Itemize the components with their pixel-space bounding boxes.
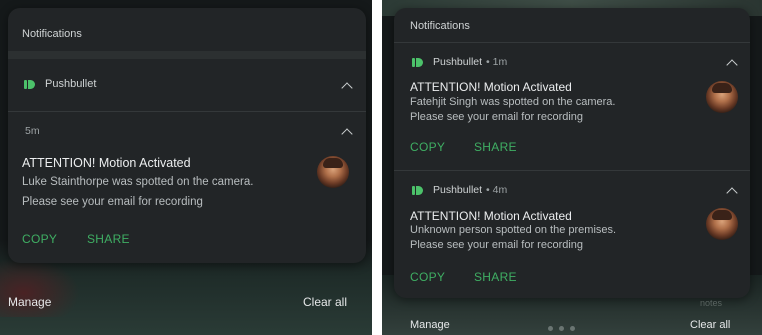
avatar-photo bbox=[317, 156, 349, 188]
notification-shade: Notifications Pushbullet • 1m ATTENTION!… bbox=[394, 8, 750, 298]
divider bbox=[8, 111, 366, 112]
notification-line-1: Unknown person spotted on the premises. bbox=[410, 224, 617, 236]
notification-line-2: Please see your email for recording bbox=[410, 239, 584, 251]
background-app-label: notes bbox=[700, 298, 723, 308]
manage-button[interactable]: Manage bbox=[8, 295, 51, 309]
notification-time: • 4m bbox=[486, 184, 508, 196]
header-separator bbox=[8, 51, 366, 59]
app-name: Pushbullet bbox=[433, 184, 483, 196]
notification-line-2: Please see your email for recording bbox=[22, 196, 203, 208]
pushbullet-app-icon bbox=[412, 57, 424, 67]
avatar-photo bbox=[706, 81, 738, 113]
notification-shade: Notifications Pushbullet 5m ATTENTION! M… bbox=[8, 8, 366, 263]
clear-all-button[interactable]: Clear all bbox=[303, 295, 347, 309]
notification-time: 5m bbox=[25, 125, 40, 137]
share-button[interactable]: SHARE bbox=[474, 140, 517, 154]
manage-button[interactable]: Manage bbox=[410, 319, 450, 331]
app-group-pushbullet[interactable]: Pushbullet bbox=[24, 78, 96, 90]
notification-line-1: Luke Stainthorpe was spotted on the came… bbox=[22, 176, 254, 188]
notifications-header: Notifications bbox=[22, 28, 82, 40]
app-name: Pushbullet bbox=[433, 56, 483, 68]
chevron-up-icon[interactable] bbox=[726, 59, 738, 71]
copy-button[interactable]: COPY bbox=[410, 140, 445, 154]
left-screenshot: Notifications Pushbullet 5m ATTENTION! M… bbox=[0, 0, 372, 335]
notification-line-1: Fatehjit Singh was spotted on the camera… bbox=[410, 96, 616, 108]
page-indicator-dots bbox=[548, 326, 575, 331]
chevron-up-icon[interactable] bbox=[341, 82, 353, 94]
notification-line-2: Please see your email for recording bbox=[410, 111, 584, 123]
notification-title: ATTENTION! Motion Activated bbox=[410, 209, 572, 223]
chevron-up-icon[interactable] bbox=[726, 187, 738, 199]
right-screenshot: Notifications Pushbullet • 1m ATTENTION!… bbox=[382, 0, 762, 335]
divider bbox=[394, 170, 750, 171]
notifications-header: Notifications bbox=[410, 20, 470, 32]
copy-button[interactable]: COPY bbox=[22, 232, 57, 246]
notification-title: ATTENTION! Motion Activated bbox=[410, 80, 572, 94]
notification-title: ATTENTION! Motion Activated bbox=[22, 156, 191, 170]
pushbullet-app-icon bbox=[412, 185, 424, 195]
pushbullet-app-icon bbox=[24, 79, 36, 89]
share-button[interactable]: SHARE bbox=[474, 270, 517, 284]
avatar-photo bbox=[706, 208, 738, 240]
app-name: Pushbullet bbox=[45, 78, 97, 90]
copy-button[interactable]: COPY bbox=[410, 270, 445, 284]
app-row-pushbullet[interactable]: Pushbullet • 4m bbox=[412, 184, 507, 196]
header-separator bbox=[394, 42, 750, 43]
clear-all-button[interactable]: Clear all bbox=[690, 319, 730, 331]
notification-time: • 1m bbox=[486, 56, 508, 68]
share-button[interactable]: SHARE bbox=[87, 232, 130, 246]
app-row-pushbullet[interactable]: Pushbullet • 1m bbox=[412, 56, 507, 68]
chevron-up-icon[interactable] bbox=[341, 128, 353, 140]
